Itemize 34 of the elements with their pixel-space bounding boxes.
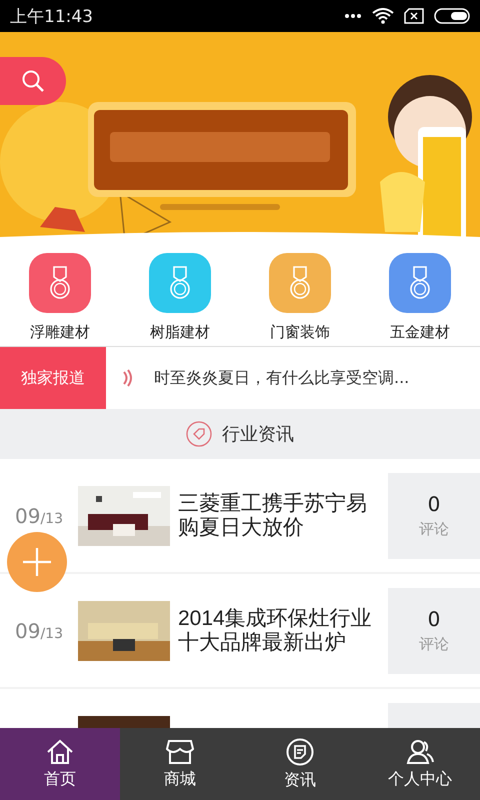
battery-icon	[434, 8, 472, 24]
category-label[interactable]: 门窗装饰	[270, 323, 330, 342]
comment-label: 评论	[419, 520, 449, 539]
document-icon	[286, 738, 314, 766]
news-title[interactable]: 2014集成环保灶行业十大品牌最新出炉	[170, 606, 382, 654]
comment-count-panel[interactable]: 0 评论	[388, 588, 480, 674]
medal-icon[interactable]	[149, 253, 211, 313]
category-label[interactable]: 浮雕建材	[30, 323, 90, 342]
tag-icon	[186, 421, 212, 447]
comment-label: 评论	[419, 635, 449, 654]
medal-icon[interactable]	[29, 253, 91, 313]
search-icon	[21, 69, 45, 93]
more-icon	[344, 13, 362, 19]
wifi-icon	[372, 8, 394, 24]
sound-icon	[122, 369, 134, 387]
search-button[interactable]	[0, 57, 66, 105]
ticker-label: 独家报道	[0, 347, 106, 409]
comment-count-panel[interactable]: 0 评论	[388, 472, 480, 558]
medal-icon[interactable]	[389, 253, 451, 313]
section-title: 行业资讯	[222, 423, 294, 446]
nav-tab[interactable]: 首页	[0, 728, 120, 800]
category-label[interactable]: 树脂建材	[150, 323, 210, 342]
shop-icon	[166, 738, 194, 764]
comment-count: 0	[428, 607, 440, 631]
news-title[interactable]: 三菱重工携手苏宁易购夏日大放价	[170, 492, 382, 540]
sim-icon	[404, 8, 424, 24]
medal-icon[interactable]	[269, 253, 331, 313]
ticker-text[interactable]: 时至炎炎夏日，有什么比享受空调...	[154, 368, 410, 388]
home-icon	[46, 738, 74, 764]
plus-icon	[21, 546, 53, 578]
status-time: 上午11:43	[10, 6, 93, 28]
comment-count: 0	[428, 492, 440, 516]
category-label[interactable]: 五金建材	[390, 323, 450, 342]
user-icon	[406, 738, 434, 764]
